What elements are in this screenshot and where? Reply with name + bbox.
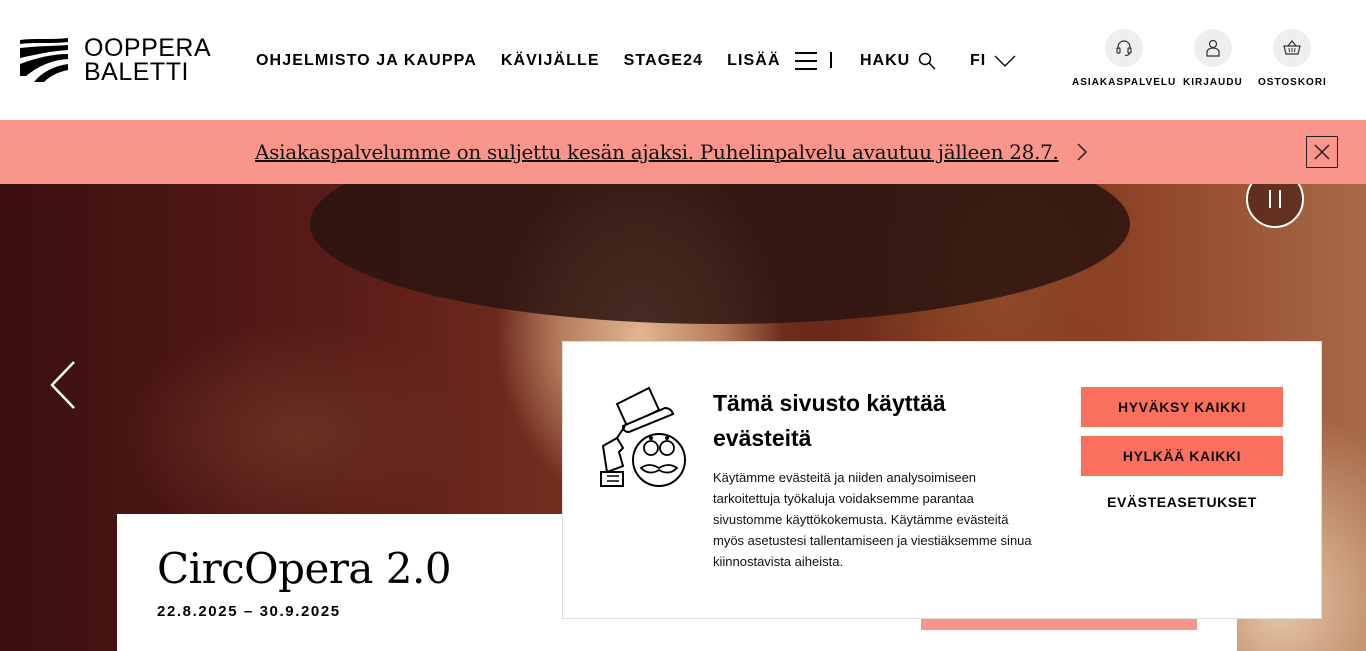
cookie-description: Käytämme evästeitä ja niiden analysoimis… — [713, 470, 1032, 569]
announcement-close-button[interactable] — [1306, 136, 1338, 168]
cookie-settings-button[interactable]: EVÄSTEASETUKSET — [1081, 494, 1283, 510]
search-button[interactable]: HAKU — [860, 52, 936, 70]
user-icon — [1206, 39, 1220, 57]
hamburger-icon — [794, 52, 817, 70]
nav-item-visitor[interactable]: KÄVIJÄLLE — [501, 52, 600, 70]
site-header: OOPPERA BALETTI OHJELMISTO JA KAUPPA KÄV… — [0, 0, 1366, 120]
nav-item-program[interactable]: OHJELMISTO JA KAUPPA — [256, 52, 477, 70]
customer-service-label: ASIAKASPALVELU — [1072, 77, 1177, 88]
cart-label: OSTOSKORI — [1258, 77, 1327, 88]
login-link[interactable]: KIRJAUDU — [1183, 29, 1243, 88]
basket-icon — [1283, 40, 1302, 55]
carousel-pause-button[interactable] — [1246, 184, 1304, 228]
search-label: HAKU — [860, 52, 911, 69]
language-selector[interactable]: FI — [970, 52, 1016, 70]
nav-item-stage24[interactable]: STAGE24 — [624, 52, 703, 70]
reject-all-button[interactable]: HYLKÄÄ KAIKKI — [1081, 436, 1283, 476]
brand-logo[interactable]: OOPPERA BALETTI — [20, 34, 212, 86]
hero-image — [310, 184, 1130, 324]
cookie-illustration-icon — [600, 386, 686, 487]
headset-icon — [1116, 40, 1132, 57]
cookie-consent-dialog: Tämä sivusto käyttää evästeitä Käytämme … — [562, 341, 1322, 619]
pause-icon — [1269, 190, 1271, 208]
chevron-down-icon — [994, 55, 1016, 67]
cart-link[interactable]: OSTOSKORI — [1258, 29, 1327, 88]
event-title: CircOpera 2.0 — [157, 544, 452, 593]
login-label: KIRJAUDU — [1183, 77, 1243, 88]
nav-more-button[interactable]: LISÄÄ — [727, 52, 817, 70]
main-nav: OHJELMISTO JA KAUPPA KÄVIJÄLLE STAGE24 L… — [256, 48, 841, 74]
announcement-bar: Asiakaspalvelumme on suljettu kesän ajak… — [0, 120, 1366, 184]
arrow-left-icon[interactable] — [48, 360, 78, 410]
nav-more-label: LISÄÄ — [727, 52, 781, 69]
search-icon — [918, 52, 936, 70]
event-dates: 22.8.2025 – 30.9.2025 — [157, 603, 341, 620]
cookie-title: Tämä sivusto käyttää evästeitä — [713, 390, 946, 451]
language-label: FI — [970, 52, 987, 69]
chevron-right-icon — [1077, 143, 1088, 161]
customer-service-link[interactable]: ASIAKASPALVELU — [1072, 29, 1176, 88]
announcement-link[interactable]: Asiakaspalvelumme on suljettu kesän ajak… — [255, 139, 1059, 165]
nav-divider — [830, 52, 832, 68]
close-icon — [1314, 144, 1330, 160]
accept-all-button[interactable]: HYVÄKSY KAIKKI — [1081, 387, 1283, 427]
brand-logo-icon — [20, 38, 68, 82]
brand-name-line1: OOPPERA — [84, 34, 212, 62]
brand-name-line2: BALETTI — [84, 58, 189, 86]
